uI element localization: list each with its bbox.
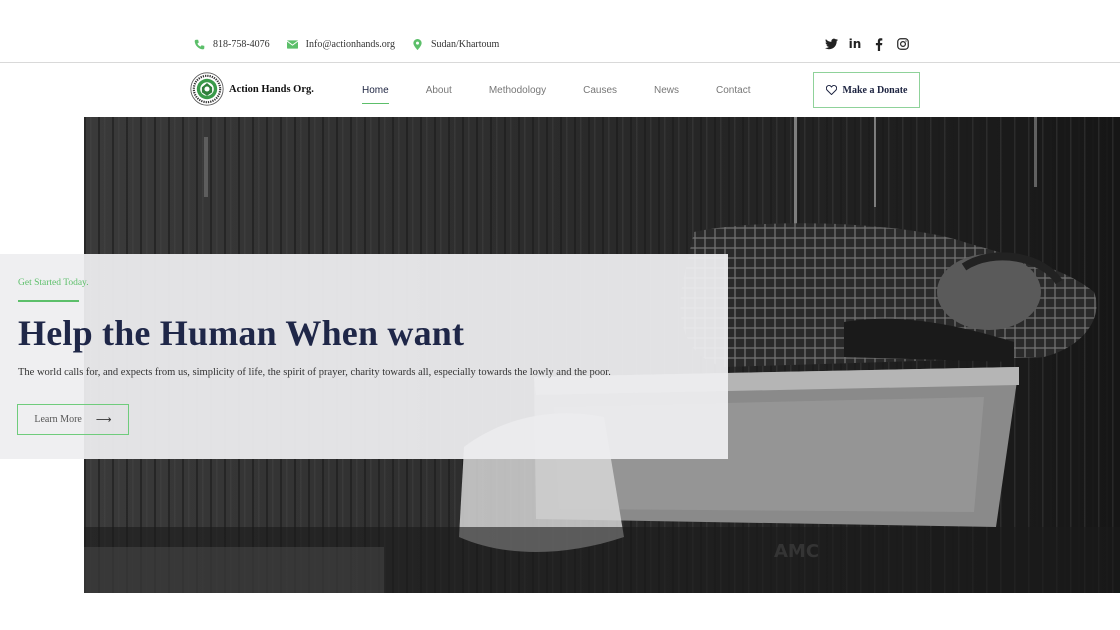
primary-nav: Home About Methodology Causes News Conta…: [362, 63, 787, 117]
top-info-bar: 818-758-4076 Info@actionhands.org Sudan/…: [0, 0, 1120, 63]
instagram-icon[interactable]: [896, 37, 910, 51]
learn-more-label: Learn More: [34, 414, 82, 425]
nav-item-about[interactable]: About: [426, 63, 452, 117]
location-text: Sudan/Khartoum: [430, 39, 500, 50]
nav-item-home[interactable]: Home: [362, 63, 389, 117]
social-links: in: [824, 37, 920, 51]
email-contact[interactable]: Info@actionhands.org: [286, 39, 395, 50]
logo-emblem-icon: [190, 72, 224, 106]
heart-icon: [825, 85, 837, 95]
kicker-underline: [18, 300, 79, 302]
twitter-icon[interactable]: [824, 37, 838, 51]
learn-more-button[interactable]: Learn More ⟶: [17, 404, 129, 435]
hero-kicker: Get Started Today.: [18, 278, 89, 288]
nav-item-methodology[interactable]: Methodology: [489, 63, 546, 117]
donate-label: Make a Donate: [842, 84, 908, 96]
contact-info: 818-758-4076 Info@actionhands.org Sudan/…: [194, 39, 516, 50]
phone-number: 818-758-4076: [213, 39, 270, 50]
crate-stencil-text: AMC: [774, 541, 819, 562]
email-icon: [286, 40, 298, 49]
hero-text-panel: Get Started Today. Help the Human When w…: [0, 254, 728, 459]
phone-icon: [194, 39, 205, 50]
brand-logo[interactable]: Action Hands Org.: [190, 72, 314, 106]
brand-name: Action Hands Org.: [229, 83, 314, 95]
linkedin-icon[interactable]: in: [848, 37, 862, 51]
arrow-right-icon: ⟶: [95, 413, 112, 426]
main-navbar: Action Hands Org. Home About Methodology…: [0, 63, 1120, 117]
phone-contact[interactable]: 818-758-4076: [194, 39, 270, 50]
hero-description: The world calls for, and expects from us…: [18, 367, 611, 378]
email-address: Info@actionhands.org: [305, 39, 395, 50]
location-contact: Sudan/Khartoum: [412, 39, 499, 50]
donate-button[interactable]: Make a Donate: [813, 72, 920, 108]
facebook-icon[interactable]: [872, 37, 886, 51]
nav-item-contact[interactable]: Contact: [716, 63, 750, 117]
location-pin-icon: [413, 39, 422, 50]
nav-item-news[interactable]: News: [654, 63, 679, 117]
nav-item-causes[interactable]: Causes: [583, 63, 617, 117]
hero-headline: Help the Human When want: [18, 313, 465, 353]
